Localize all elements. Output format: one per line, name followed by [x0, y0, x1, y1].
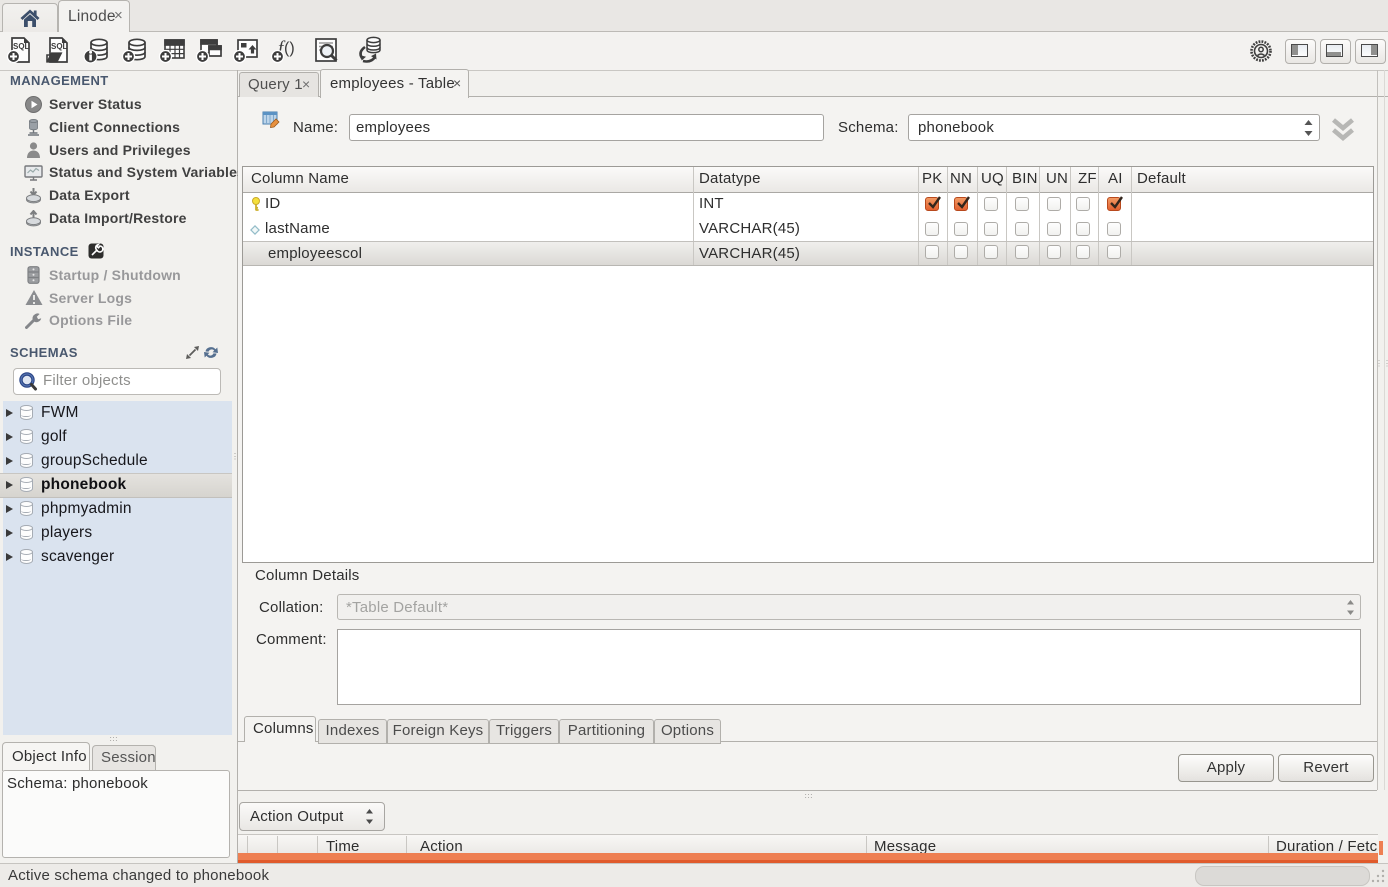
svg-text:SQL: SQL — [13, 42, 30, 51]
svg-text:SQL: SQL — [51, 42, 68, 51]
svg-text:(): () — [284, 40, 295, 57]
